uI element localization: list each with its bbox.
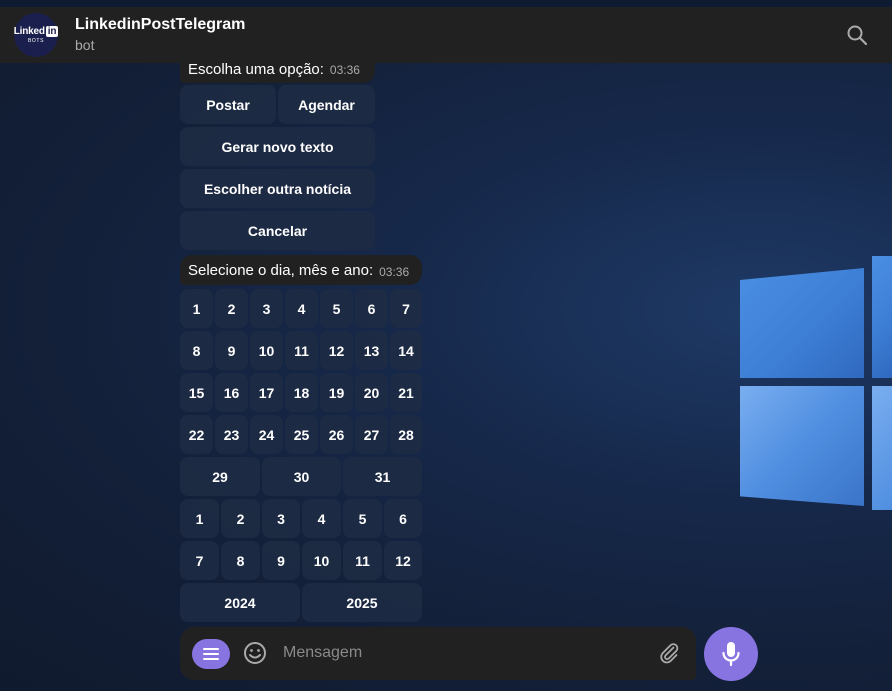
emoji-icon[interactable] [243,641,267,665]
menu-icon [203,648,219,660]
day-button[interactable]: 29 [180,457,260,496]
month-button[interactable]: 1 [180,499,219,538]
avatar-logo: Linked in [13,26,59,37]
month-button[interactable]: 4 [302,499,341,538]
day-button[interactable]: 6 [355,289,388,328]
window-top-strip [0,0,892,7]
day-button[interactable]: 19 [320,373,353,412]
avatar-logo-sub: BOTS [27,38,44,44]
chat-status: bot [75,37,95,53]
day-button[interactable]: 28 [390,415,422,454]
day-button[interactable]: 26 [320,415,353,454]
year-button[interactable]: 2025 [302,583,422,622]
chat-header[interactable]: Linked in BOTS LinkedinPostTelegram bot [0,7,892,63]
microphone-button[interactable] [704,627,758,681]
month-button[interactable]: 12 [384,541,422,580]
postar-button[interactable]: Postar [180,85,276,124]
message-bubble: Selecione o dia, mês e ano: 03:36 [180,255,422,285]
month-button[interactable]: 5 [343,499,382,538]
year-button[interactable]: 2024 [180,583,300,622]
day-button[interactable]: 2 [215,289,248,328]
cancel-button[interactable]: Cancelar [180,211,375,250]
day-button[interactable]: 11 [285,331,318,370]
day-button[interactable]: 18 [285,373,318,412]
day-button[interactable]: 5 [320,289,353,328]
month-button[interactable]: 10 [302,541,341,580]
message-input[interactable] [283,640,643,666]
day-button[interactable]: 30 [262,457,341,496]
day-button[interactable]: 21 [390,373,422,412]
month-button[interactable]: 3 [262,499,300,538]
message-time: 03:36 [329,63,360,77]
day-button[interactable]: 15 [180,373,213,412]
day-button[interactable]: 22 [180,415,213,454]
day-button[interactable]: 23 [215,415,248,454]
day-button[interactable]: 3 [250,289,283,328]
microphone-icon [722,642,740,667]
agendar-button[interactable]: Agendar [278,85,375,124]
day-button[interactable]: 24 [250,415,283,454]
day-button[interactable]: 14 [390,331,422,370]
message-text: Selecione o dia, mês e ano: [188,261,374,279]
day-button[interactable]: 13 [355,331,388,370]
message-bubble: Escolha uma opção: 03:36 [180,53,375,83]
day-button[interactable]: 8 [180,331,213,370]
choose-other-news-button[interactable]: Escolher outra notícia [180,169,375,208]
month-button[interactable]: 7 [180,541,219,580]
paperclip-icon[interactable] [657,641,681,665]
day-button[interactable]: 7 [390,289,422,328]
day-button[interactable]: 17 [250,373,283,412]
day-button[interactable]: 31 [343,457,422,496]
chat-title: LinkedinPostTelegram [75,16,246,33]
generate-new-text-button[interactable]: Gerar novo texto [180,127,375,166]
month-button[interactable]: 9 [262,541,300,580]
message-time: 03:36 [379,265,410,279]
bot-menu-button[interactable] [192,639,230,669]
day-button[interactable]: 12 [320,331,353,370]
month-button[interactable]: 11 [343,541,382,580]
day-button[interactable]: 1 [180,289,213,328]
day-button[interactable]: 10 [250,331,283,370]
day-button[interactable]: 20 [355,373,388,412]
message-text: Escolha uma opção: [188,60,324,78]
search-icon[interactable] [846,24,868,46]
day-button[interactable]: 16 [215,373,248,412]
month-button[interactable]: 2 [221,499,260,538]
month-button[interactable]: 8 [221,541,260,580]
day-button[interactable]: 27 [355,415,388,454]
avatar[interactable]: Linked in BOTS [13,13,59,57]
month-button[interactable]: 6 [384,499,422,538]
day-button[interactable]: 4 [285,289,318,328]
day-button[interactable]: 9 [215,331,248,370]
day-button[interactable]: 25 [285,415,318,454]
